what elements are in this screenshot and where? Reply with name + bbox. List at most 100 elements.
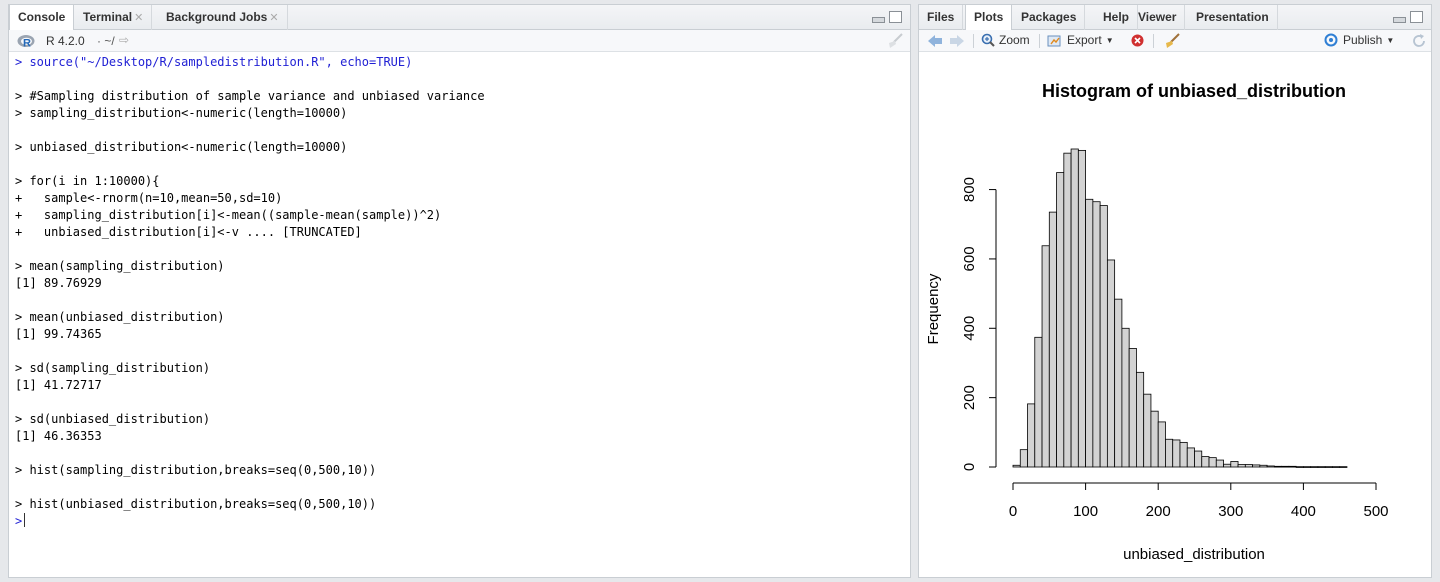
console-line: > mean(unbiased_distribution) bbox=[15, 310, 225, 324]
histogram-bar bbox=[1288, 465, 1297, 468]
tab-files[interactable]: Files bbox=[919, 5, 964, 30]
tab-presentation[interactable]: Presentation bbox=[1188, 5, 1278, 30]
histogram-bar bbox=[1056, 172, 1065, 468]
export-label: Export bbox=[1067, 33, 1102, 47]
chevron-down-icon: ▼ bbox=[1386, 35, 1395, 45]
console-line: > for(i in 1:10000){ bbox=[15, 174, 160, 188]
broom-icon[interactable] bbox=[886, 32, 904, 50]
close-icon[interactable]: ✕ bbox=[134, 12, 143, 24]
close-icon[interactable]: ✕ bbox=[269, 12, 278, 24]
tab-viewer[interactable]: Viewer bbox=[1130, 5, 1186, 30]
zoom-icon bbox=[981, 33, 995, 47]
histogram-bar bbox=[1114, 298, 1123, 468]
minimize-pane-button[interactable] bbox=[872, 17, 885, 23]
publish-icon bbox=[1324, 33, 1338, 47]
console-line: > source("~/Desktop/R/sampledistribution… bbox=[15, 55, 413, 69]
histogram-bar bbox=[1143, 393, 1152, 468]
console-toolbar: R R 4.2.0 · ~/ ⇨ bbox=[9, 30, 910, 52]
y-tick-label: 400 bbox=[961, 316, 978, 341]
histogram-bar bbox=[1165, 438, 1174, 468]
console-line: > hist(unbiased_distribution,breaks=seq(… bbox=[15, 497, 377, 511]
histogram-bar bbox=[1295, 466, 1304, 468]
maximize-pane-button[interactable] bbox=[1410, 11, 1423, 23]
publish-label: Publish bbox=[1343, 33, 1383, 47]
histogram-bar bbox=[1157, 421, 1166, 468]
histogram-bar bbox=[1063, 152, 1072, 468]
r-version-label: R 4.2.0 bbox=[46, 34, 85, 48]
y-tick-label: 0 bbox=[961, 463, 978, 471]
svg-text:R: R bbox=[23, 38, 31, 49]
back-arrow-icon[interactable] bbox=[927, 34, 943, 48]
histogram-bar bbox=[1179, 441, 1188, 468]
x-tick-label: 0 bbox=[1009, 503, 1017, 520]
goto-directory-icon[interactable]: ⇨ bbox=[119, 33, 129, 47]
pane-window-controls bbox=[872, 11, 902, 23]
histogram-bar bbox=[1150, 410, 1159, 468]
histogram-bar bbox=[1201, 456, 1210, 468]
histogram-bar bbox=[1106, 259, 1116, 468]
console-line: + sample<-rnorm(n=10,mean=50,sd=10) bbox=[15, 191, 283, 205]
minimize-pane-button[interactable] bbox=[1393, 17, 1406, 23]
histogram-bar bbox=[1208, 457, 1217, 468]
tab-console[interactable]: Console bbox=[9, 5, 75, 31]
histogram-bar bbox=[1310, 466, 1319, 468]
histogram-bar bbox=[1012, 464, 1021, 468]
console-line: + sampling_distribution[i]<-mean((sample… bbox=[15, 208, 442, 222]
histogram-chart: Histogram of unbiased_distribution unbia… bbox=[925, 81, 1389, 563]
tab-background-jobs[interactable]: Background Jobs ✕ bbox=[158, 5, 288, 30]
histogram-bar bbox=[1237, 464, 1246, 468]
y-tick-label: 800 bbox=[961, 177, 978, 202]
console-output[interactable]: > source("~/Desktop/R/sampledistribution… bbox=[9, 52, 910, 577]
working-directory[interactable]: · ~/ bbox=[97, 34, 115, 48]
plots-pane: Files Plots Packages Help Viewer Present… bbox=[918, 4, 1432, 578]
tab-terminal-label: Terminal bbox=[83, 10, 133, 24]
tab-background-jobs-label: Background Jobs bbox=[166, 10, 268, 24]
histogram-bar bbox=[1273, 465, 1283, 468]
y-axis-label: Frequency bbox=[925, 273, 942, 344]
tab-packages-label: Packages bbox=[1021, 10, 1077, 24]
tab-plots[interactable]: Plots bbox=[965, 5, 1013, 31]
histogram-bar bbox=[1244, 464, 1253, 468]
zoom-button[interactable]: Zoom bbox=[981, 33, 1030, 47]
refresh-icon[interactable] bbox=[1411, 33, 1427, 49]
histogram-bar bbox=[1339, 466, 1348, 468]
publish-button[interactable]: Publish ▼ bbox=[1323, 33, 1394, 47]
histogram-bar bbox=[1302, 466, 1312, 468]
forward-arrow-icon[interactable] bbox=[949, 34, 965, 48]
tab-help-label: Help bbox=[1103, 10, 1130, 24]
console-line: > sd(sampling_distribution) bbox=[15, 361, 211, 375]
r-logo-icon: R bbox=[17, 35, 35, 49]
histogram-bar bbox=[1077, 149, 1086, 468]
export-button[interactable]: Export ▼ bbox=[1047, 33, 1114, 47]
tab-presentation-label: Presentation bbox=[1196, 10, 1269, 24]
console-prompt: > bbox=[15, 514, 23, 528]
remove-plot-icon[interactable] bbox=[1131, 34, 1144, 47]
histogram-bar bbox=[1048, 211, 1057, 468]
histogram-bar bbox=[1099, 205, 1108, 468]
histogram-bar bbox=[1332, 466, 1341, 468]
histogram-bar bbox=[1223, 463, 1232, 468]
console-line: [1] 89.76929 bbox=[15, 276, 102, 290]
zoom-label: Zoom bbox=[999, 33, 1030, 47]
x-axis-label: unbiased_distribution bbox=[1123, 546, 1265, 563]
histogram-bar bbox=[1252, 464, 1261, 468]
console-prompt-line[interactable]: > bbox=[15, 513, 910, 530]
tab-packages[interactable]: Packages bbox=[1013, 5, 1086, 30]
console-line: > hist(sampling_distribution,breaks=seq(… bbox=[15, 463, 377, 477]
console-line: [1] 99.74365 bbox=[15, 327, 102, 341]
tab-terminal[interactable]: Terminal ✕ bbox=[75, 5, 153, 30]
maximize-pane-button[interactable] bbox=[889, 11, 902, 23]
x-tick-label: 500 bbox=[1363, 503, 1388, 520]
histogram-bar bbox=[1085, 198, 1094, 468]
histogram-bar bbox=[1317, 466, 1326, 468]
histogram-bar bbox=[1070, 148, 1079, 468]
broom-icon[interactable] bbox=[1163, 32, 1181, 50]
histogram-bar bbox=[1324, 466, 1333, 468]
tab-plots-label: Plots bbox=[974, 10, 1004, 24]
